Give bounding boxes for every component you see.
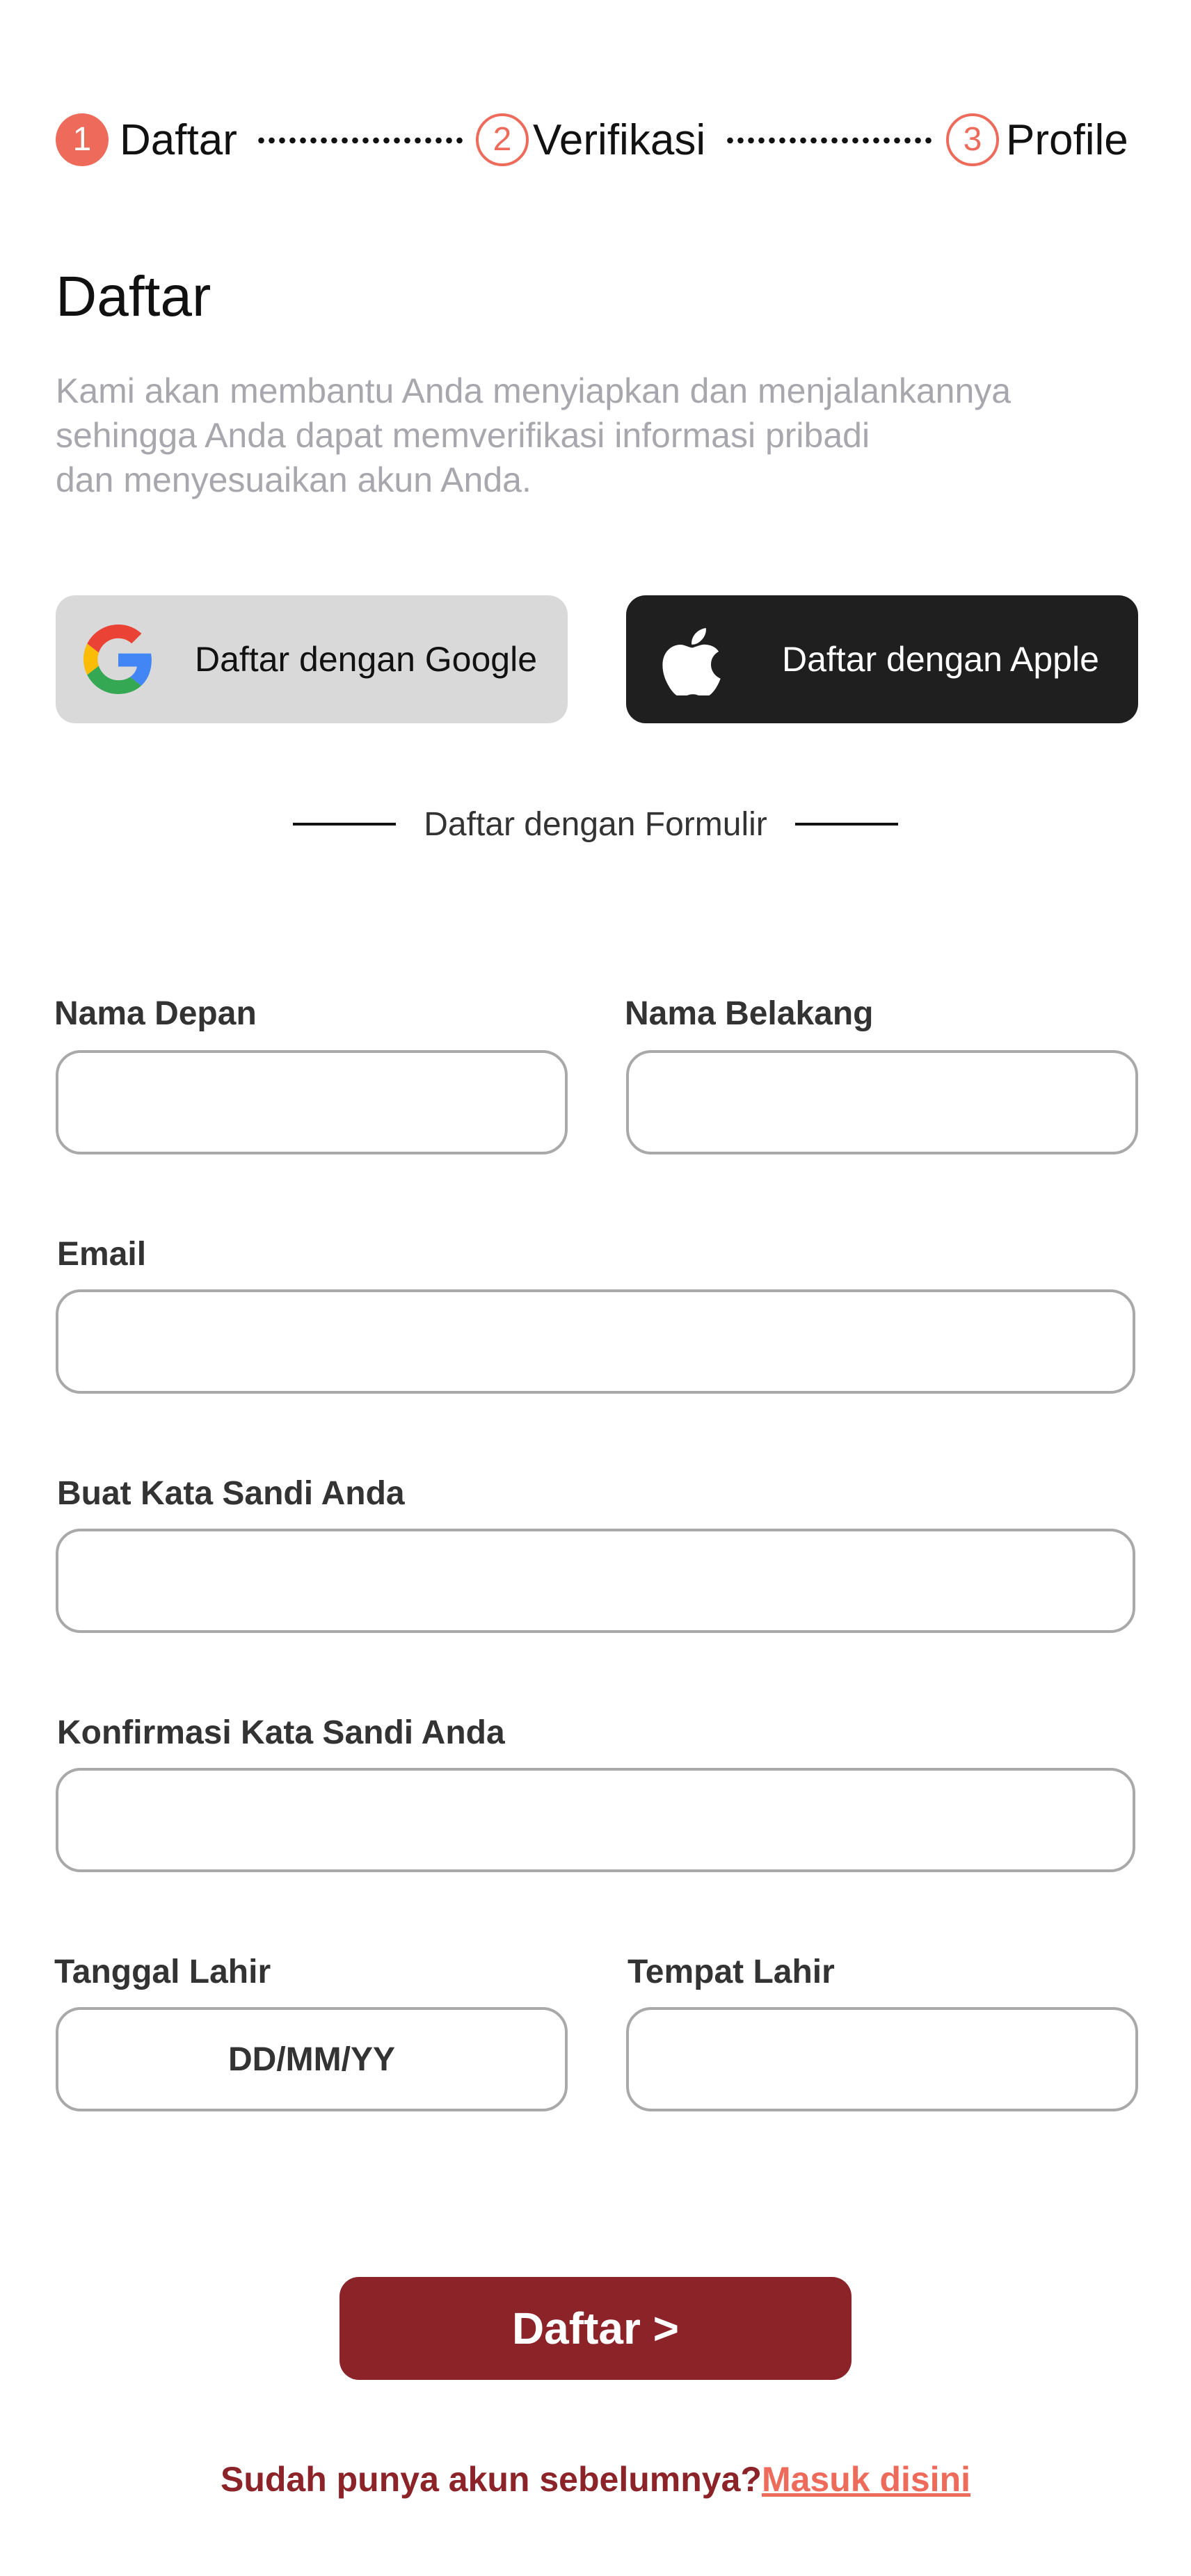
step-label-verifikasi: Verifikasi	[533, 115, 706, 164]
login-link[interactable]: Masuk disini	[762, 2460, 970, 2499]
email-input[interactable]	[56, 1289, 1135, 1394]
step-profile: 3 Profile	[946, 108, 1128, 171]
password-input[interactable]	[56, 1529, 1135, 1633]
first-name-input[interactable]	[56, 1050, 568, 1154]
page-subtitle: Kami akan membantu Anda menyiapkan dan m…	[56, 371, 1012, 499]
apple-icon	[657, 625, 726, 695]
step-verifikasi: 2 Verifikasi	[476, 108, 705, 171]
google-signup-button[interactable]: Daftar dengan Google	[56, 595, 568, 723]
step-number-1: 1	[56, 113, 109, 166]
birth-date-input[interactable]	[56, 2007, 568, 2111]
form-divider: Daftar dengan Formulir	[0, 800, 1191, 848]
google-signup-label: Daftar dengan Google	[195, 640, 538, 679]
login-prompt: Sudah punya akun sebelumnya?Masuk disini	[0, 2459, 1191, 2499]
last-name-input[interactable]	[626, 1050, 1138, 1154]
step-label-daftar: Daftar	[120, 115, 237, 164]
birth-place-label: Tempat Lahir	[628, 1954, 835, 1990]
step-daftar: 1 Daftar	[56, 108, 237, 171]
apple-signup-button[interactable]: Daftar dengan Apple	[626, 595, 1138, 723]
divider-line-right	[794, 823, 898, 826]
first-name-label: Nama Depan	[54, 995, 257, 1032]
divider-text: Daftar dengan Formulir	[424, 805, 767, 843]
login-question: Sudah punya akun sebelumnya?	[220, 2460, 762, 2499]
apple-signup-label: Daftar dengan Apple	[782, 640, 1099, 679]
google-icon	[83, 625, 153, 694]
step-label-profile: Profile	[1006, 115, 1128, 164]
divider-line-left	[293, 823, 397, 826]
birth-date-label: Tanggal Lahir	[54, 1954, 271, 1990]
email-label: Email	[57, 1236, 147, 1273]
registration-stepper: 1 Daftar 2 Verifikasi 3 Profile	[56, 108, 1138, 171]
birth-place-input[interactable]	[626, 2007, 1138, 2111]
last-name-label: Nama Belakang	[625, 995, 874, 1032]
step-connector-1	[256, 136, 466, 145]
confirm-password-label: Konfirmasi Kata Sandi Anda	[57, 1714, 505, 1751]
step-number-3: 3	[946, 113, 999, 166]
password-label: Buat Kata Sandi Anda	[57, 1475, 405, 1512]
confirm-password-input[interactable]	[56, 1768, 1135, 1872]
register-submit-button[interactable]: Daftar >	[339, 2277, 852, 2380]
step-connector-2	[725, 136, 935, 145]
page-title: Daftar	[56, 265, 211, 328]
step-number-2: 2	[476, 113, 529, 166]
